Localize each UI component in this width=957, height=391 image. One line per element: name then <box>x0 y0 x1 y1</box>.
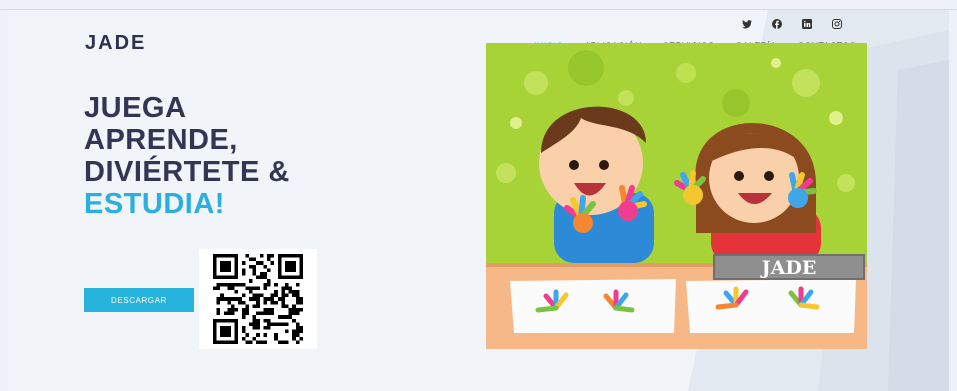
headline-line-3: DIVIÉRTETE & <box>84 156 290 188</box>
headline-line-1: JUEGA <box>84 92 187 124</box>
facebook-icon[interactable] <box>770 17 784 31</box>
social-links <box>740 17 844 31</box>
download-button[interactable]: DESCARGAR <box>84 288 194 312</box>
twitter-icon[interactable] <box>740 17 754 31</box>
qr-code[interactable] <box>199 249 317 349</box>
headline-line-4: ESTUDIA! <box>84 188 225 220</box>
hero-headline: JUEGA APRENDE, DIVIÉRTETE & ESTUDIA! <box>84 92 290 220</box>
hero-image: JADE <box>486 43 867 349</box>
instagram-icon[interactable] <box>830 17 844 31</box>
logo[interactable]: JADE <box>85 32 146 55</box>
linkedin-icon[interactable] <box>800 17 814 31</box>
qr-code-graphic <box>213 254 303 344</box>
hero-sign-text: JADE <box>760 257 817 279</box>
headline-line-2: APRENDE, <box>84 124 238 156</box>
